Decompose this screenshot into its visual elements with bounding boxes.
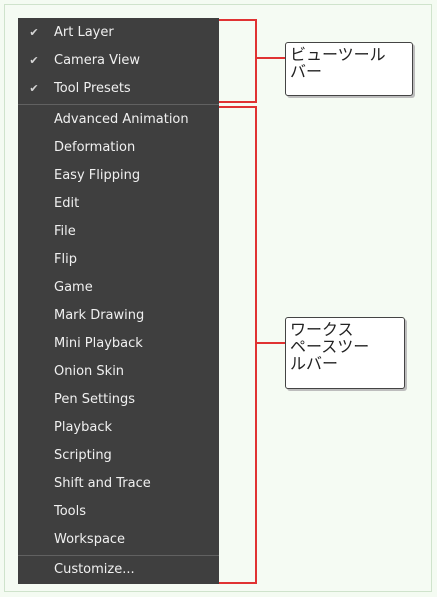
toolbars-context-menu: ✔ Art Layer ✔ Camera View ✔ Tool Presets… <box>18 18 219 584</box>
view-bracket-connector <box>257 57 285 59</box>
menu-item-label: Tools <box>54 504 87 519</box>
menu-item-customize[interactable]: Customize... <box>18 556 219 584</box>
menu-item-label: Easy Flipping <box>54 168 141 183</box>
menu-item-label: Edit <box>54 196 80 211</box>
menu-separator <box>18 104 219 105</box>
menu-item-pen-settings[interactable]: Pen Settings <box>18 386 219 414</box>
menu-item-scripting[interactable]: Scripting <box>18 442 219 470</box>
menu-item-label: Onion Skin <box>54 364 125 379</box>
checkmark-icon: ✔ <box>29 54 39 67</box>
menu-item-easy-flipping[interactable]: Easy Flipping <box>18 162 219 190</box>
workspace-toolbars-callout: ワークス ペースツー ルバー <box>285 317 405 389</box>
menu-item-label: Scripting <box>54 448 112 463</box>
menu-item-label: File <box>54 224 76 239</box>
view-toolbars-callout: ビューツール バー <box>285 42 413 96</box>
menu-item-label: Game <box>54 280 93 295</box>
workspace-toolbars-bracket <box>219 106 257 584</box>
workspace-bracket-connector <box>257 342 285 344</box>
menu-item-file[interactable]: File <box>18 218 219 246</box>
menu-item-label: Art Layer <box>54 25 114 40</box>
menu-item-shift-and-trace[interactable]: Shift and Trace <box>18 470 219 498</box>
menu-item-label: Mark Drawing <box>54 308 145 323</box>
menu-item-label: Mini Playback <box>54 336 143 351</box>
menu-item-label: Advanced Animation <box>54 112 189 127</box>
view-toolbars-bracket <box>219 19 257 103</box>
menu-item-label: Flip <box>54 252 77 267</box>
checkmark-icon: ✔ <box>29 26 39 39</box>
menu-item-advanced-animation[interactable]: Advanced Animation <box>18 106 219 134</box>
menu-item-label: Pen Settings <box>54 392 136 407</box>
menu-item-label: Shift and Trace <box>54 476 151 491</box>
menu-item-camera-view[interactable]: ✔ Camera View <box>18 47 219 75</box>
menu-item-mark-drawing[interactable]: Mark Drawing <box>18 302 219 330</box>
menu-item-onion-skin[interactable]: Onion Skin <box>18 358 219 386</box>
menu-item-edit[interactable]: Edit <box>18 190 219 218</box>
menu-item-game[interactable]: Game <box>18 274 219 302</box>
menu-item-label: Customize... <box>54 562 135 577</box>
menu-item-playback[interactable]: Playback <box>18 414 219 442</box>
menu-item-tool-presets[interactable]: ✔ Tool Presets <box>18 75 219 103</box>
menu-item-label: Playback <box>54 420 113 435</box>
checkmark-icon: ✔ <box>29 82 39 95</box>
menu-item-label: Deformation <box>54 140 136 155</box>
menu-item-art-layer[interactable]: ✔ Art Layer <box>18 19 219 47</box>
menu-item-flip[interactable]: Flip <box>18 246 219 274</box>
menu-item-label: Tool Presets <box>54 81 131 96</box>
menu-item-tools[interactable]: Tools <box>18 498 219 526</box>
menu-item-label: Camera View <box>54 53 140 68</box>
menu-item-label: Workspace <box>54 532 126 547</box>
menu-item-mini-playback[interactable]: Mini Playback <box>18 330 219 358</box>
menu-item-workspace[interactable]: Workspace <box>18 526 219 554</box>
menu-item-deformation[interactable]: Deformation <box>18 134 219 162</box>
